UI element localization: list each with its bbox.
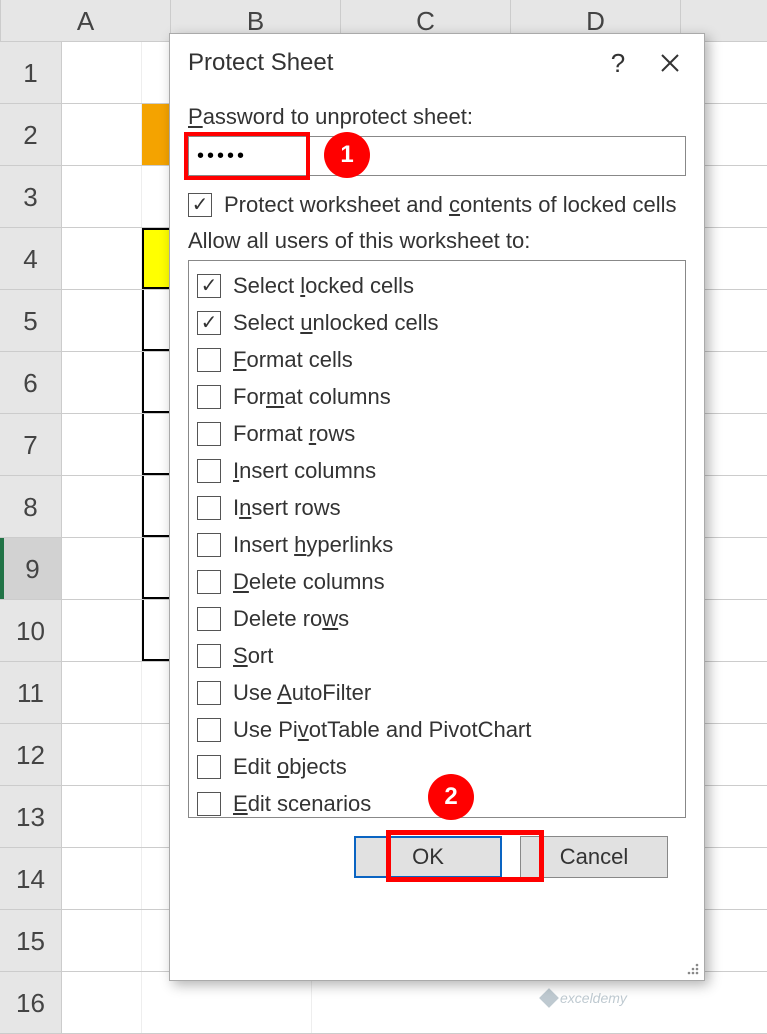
permission-label: Select locked cells xyxy=(233,273,414,299)
cell[interactable] xyxy=(62,476,142,537)
permission-checkbox[interactable] xyxy=(197,607,221,631)
row-header[interactable]: 15 xyxy=(0,910,62,971)
permission-checkbox[interactable] xyxy=(197,792,221,816)
row-header[interactable]: 9 xyxy=(0,538,62,599)
row-header[interactable]: 2 xyxy=(0,104,62,165)
permission-label: Select unlocked cells xyxy=(233,310,438,336)
cell[interactable] xyxy=(62,104,142,165)
permission-option[interactable]: Format columns xyxy=(197,378,677,415)
permission-label: Format columns xyxy=(233,384,391,410)
dialog-title: Protect Sheet xyxy=(188,49,592,77)
permission-checkbox[interactable] xyxy=(197,422,221,446)
permission-option[interactable]: Delete columns xyxy=(197,563,677,600)
select-all-triangle[interactable] xyxy=(0,0,1,42)
permissions-listbox[interactable]: Select locked cells Select unlocked cells… xyxy=(188,260,686,818)
cancel-button[interactable]: Cancel xyxy=(520,836,668,878)
cell[interactable] xyxy=(62,42,142,103)
permission-checkbox[interactable] xyxy=(197,348,221,372)
permission-checkbox[interactable] xyxy=(197,311,221,335)
permission-label: Format cells xyxy=(233,347,353,373)
row-header[interactable]: 3 xyxy=(0,166,62,227)
cell[interactable] xyxy=(62,414,142,475)
permission-label: Sort xyxy=(233,643,273,669)
row-header[interactable]: 7 xyxy=(0,414,62,475)
permission-option[interactable]: Select locked cells xyxy=(197,267,677,304)
row-header[interactable]: 4 xyxy=(0,228,62,289)
protect-contents-checkbox[interactable] xyxy=(188,193,212,217)
permission-label: Use AutoFilter xyxy=(233,680,371,706)
permission-option[interactable]: Select unlocked cells xyxy=(197,304,677,341)
row-header[interactable]: 16 xyxy=(0,972,62,1033)
cell[interactable] xyxy=(62,972,142,1033)
allow-users-label: Allow all users of this worksheet to: xyxy=(188,228,686,254)
close-icon xyxy=(660,53,680,73)
help-button[interactable]: ? xyxy=(592,39,644,87)
row-header[interactable]: 12 xyxy=(0,724,62,785)
permission-checkbox[interactable] xyxy=(197,755,221,779)
permission-option[interactable]: Format rows xyxy=(197,415,677,452)
permission-checkbox[interactable] xyxy=(197,496,221,520)
permission-label: Insert columns xyxy=(233,458,376,484)
spreadsheet-row: 16 xyxy=(0,972,767,1034)
permission-option[interactable]: Use AutoFilter xyxy=(197,674,677,711)
password-label: Password to unprotect sheet: xyxy=(188,104,686,130)
permission-label: Edit scenarios xyxy=(233,791,371,817)
permission-option[interactable]: Sort xyxy=(197,637,677,674)
annotation-badge-2: 2 xyxy=(428,774,474,820)
permission-label: Use PivotTable and PivotChart xyxy=(233,717,531,743)
cell[interactable] xyxy=(62,352,142,413)
cell[interactable] xyxy=(62,600,142,661)
permission-label: Format rows xyxy=(233,421,355,447)
close-button[interactable] xyxy=(644,39,696,87)
password-input[interactable] xyxy=(188,136,686,176)
permission-checkbox[interactable] xyxy=(197,274,221,298)
row-header[interactable]: 1 xyxy=(0,42,62,103)
row-header[interactable]: 5 xyxy=(0,290,62,351)
permission-checkbox[interactable] xyxy=(197,459,221,483)
cell[interactable] xyxy=(62,228,142,289)
permission-option[interactable]: Use PivotTable and PivotChart xyxy=(197,711,677,748)
permission-label: Delete rows xyxy=(233,606,349,632)
protect-contents-checkbox-row[interactable]: Protect worksheet and contents of locked… xyxy=(188,192,686,218)
dialog-titlebar: Protect Sheet ? xyxy=(170,34,704,92)
permission-label: Insert rows xyxy=(233,495,341,521)
cell[interactable] xyxy=(62,166,142,227)
row-header[interactable]: 6 xyxy=(0,352,62,413)
annotation-badge-1: 1 xyxy=(324,132,370,178)
cell[interactable] xyxy=(62,848,142,909)
resize-grip-icon[interactable] xyxy=(683,959,701,977)
ok-button[interactable]: OK xyxy=(354,836,502,878)
cell[interactable] xyxy=(62,786,142,847)
permission-option[interactable]: Insert hyperlinks xyxy=(197,526,677,563)
permission-option[interactable]: Insert rows xyxy=(197,489,677,526)
cell[interactable] xyxy=(62,538,142,599)
cell[interactable] xyxy=(62,662,142,723)
cell[interactable] xyxy=(142,972,312,1033)
row-header[interactable]: 13 xyxy=(0,786,62,847)
permission-option[interactable]: Format cells xyxy=(197,341,677,378)
cell[interactable] xyxy=(62,724,142,785)
protect-sheet-dialog: Protect Sheet ? Password to unprotect sh… xyxy=(169,33,705,981)
permission-label: Edit objects xyxy=(233,754,347,780)
permission-checkbox[interactable] xyxy=(197,385,221,409)
row-header[interactable]: 10 xyxy=(0,600,62,661)
column-header[interactable]: A xyxy=(1,0,171,41)
row-header[interactable]: 8 xyxy=(0,476,62,537)
row-header[interactable]: 14 xyxy=(0,848,62,909)
permission-checkbox[interactable] xyxy=(197,718,221,742)
row-header[interactable]: 11 xyxy=(0,662,62,723)
permission-option[interactable]: Insert columns xyxy=(197,452,677,489)
permission-option[interactable]: Delete rows xyxy=(197,600,677,637)
permission-checkbox[interactable] xyxy=(197,533,221,557)
permission-label: Insert hyperlinks xyxy=(233,532,393,558)
cell[interactable] xyxy=(62,910,142,971)
permission-checkbox[interactable] xyxy=(197,681,221,705)
permission-label: Delete columns xyxy=(233,569,385,595)
protect-contents-label: Protect worksheet and contents of locked… xyxy=(224,192,676,218)
cell[interactable] xyxy=(62,290,142,351)
permission-checkbox[interactable] xyxy=(197,570,221,594)
permission-checkbox[interactable] xyxy=(197,644,221,668)
